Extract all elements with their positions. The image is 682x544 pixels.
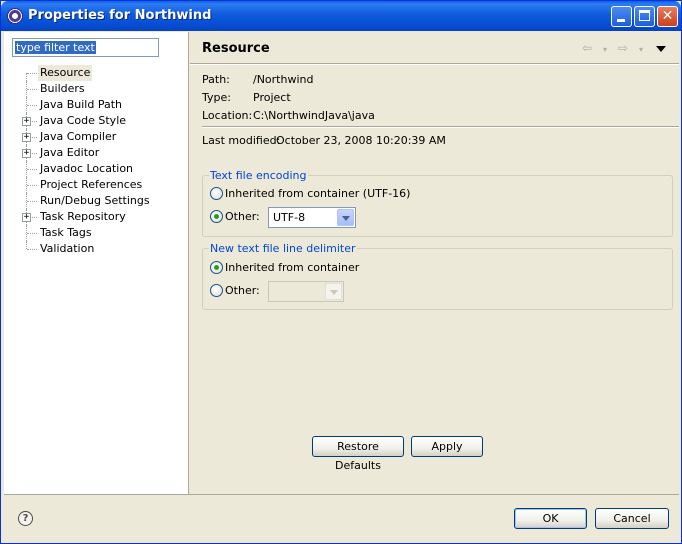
chevron-down-icon bbox=[325, 283, 342, 300]
tree-branch-line bbox=[27, 233, 37, 234]
close-icon: ✕ bbox=[661, 8, 674, 24]
encoding-select-value: UTF-8 bbox=[273, 211, 306, 224]
tree-item[interactable]: Javadoc Location bbox=[18, 161, 188, 177]
forward-arrow-icon[interactable]: ⇨ bbox=[618, 41, 628, 55]
tree-branch-line bbox=[27, 73, 37, 74]
title-bar[interactable]: Properties for Northwind ✕ bbox=[1, 1, 681, 31]
line-delimiter-group: New text file line delimiter Inherited f… bbox=[202, 242, 673, 310]
tree-branch-line bbox=[27, 249, 37, 250]
expand-plus-icon[interactable]: + bbox=[22, 213, 31, 222]
bottom-separator bbox=[4, 494, 679, 495]
tree-branch-line bbox=[27, 169, 37, 170]
delimiter-inherited-label[interactable]: Inherited from container bbox=[225, 261, 359, 274]
encoding-select[interactable]: UTF-8 bbox=[268, 207, 356, 228]
text-file-encoding-legend: Text file encoding bbox=[209, 169, 308, 182]
tree-item[interactable]: Run/Debug Settings bbox=[18, 193, 188, 209]
tree-item-label[interactable]: Java Code Style bbox=[38, 113, 128, 129]
tree-item[interactable]: + Java Editor bbox=[18, 145, 188, 161]
cancel-button[interactable]: Cancel bbox=[595, 508, 669, 529]
path-value: /Northwind bbox=[253, 73, 314, 86]
tree-guide-line bbox=[26, 241, 27, 249]
tree-branch-line bbox=[27, 105, 37, 106]
encoding-other-radio[interactable] bbox=[210, 210, 223, 223]
tree-item[interactable]: Builders bbox=[18, 81, 188, 97]
path-label: Path: bbox=[202, 73, 230, 86]
last-modified-label: Last modified: bbox=[202, 134, 281, 147]
delimiter-other-radio[interactable] bbox=[210, 284, 223, 297]
help-icon[interactable]: ? bbox=[18, 511, 33, 526]
page-title: Resource bbox=[202, 41, 270, 56]
tree-branch-line bbox=[27, 89, 37, 90]
tree-item[interactable]: Validation bbox=[18, 241, 188, 257]
back-arrow-icon[interactable]: ⇦ bbox=[582, 41, 592, 55]
category-tree: Resource Builders Java Build Path + Java Cod… bbox=[18, 65, 188, 257]
encoding-inherited-label[interactable]: Inherited from container (UTF-16) bbox=[225, 187, 410, 200]
back-history-dropdown-icon[interactable]: ▾ bbox=[603, 45, 607, 54]
tree-item-label[interactable]: Task Tags bbox=[38, 225, 94, 241]
encoding-other-label[interactable]: Other: bbox=[225, 210, 260, 223]
apply-button[interactable]: Apply bbox=[411, 436, 483, 457]
tree-item[interactable]: Project References bbox=[18, 177, 188, 193]
close-button[interactable]: ✕ bbox=[657, 6, 678, 27]
tree-guide-line bbox=[26, 73, 27, 81]
tree-item[interactable]: Resource bbox=[18, 65, 188, 81]
tree-item-label[interactable]: Java Compiler bbox=[38, 129, 118, 145]
properties-dialog: Properties for Northwind ✕ type filter t… bbox=[0, 0, 682, 544]
eclipse-icon bbox=[7, 8, 23, 24]
expand-plus-icon[interactable]: + bbox=[22, 149, 31, 158]
expand-plus-icon[interactable]: + bbox=[22, 133, 31, 142]
tree-branch-line bbox=[27, 201, 37, 202]
info-separator bbox=[202, 126, 679, 128]
forward-history-dropdown-icon[interactable]: ▾ bbox=[639, 45, 643, 54]
tree-item-label[interactable]: Java Build Path bbox=[38, 97, 124, 113]
tree-item[interactable]: + Java Code Style bbox=[18, 113, 188, 129]
tree-item-label[interactable]: Run/Debug Settings bbox=[38, 193, 152, 209]
tree-item[interactable]: + Java Compiler bbox=[18, 129, 188, 145]
location-value: C:\NorthwindJava\java bbox=[253, 109, 375, 122]
delimiter-inherited-radio[interactable] bbox=[210, 261, 223, 274]
minimize-icon bbox=[617, 19, 625, 22]
location-label: Location: bbox=[202, 109, 253, 122]
line-delimiter-legend: New text file line delimiter bbox=[209, 242, 357, 255]
type-label: Type: bbox=[202, 91, 231, 104]
chevron-down-icon[interactable] bbox=[337, 209, 354, 226]
tree-item[interactable]: + Task Repository bbox=[18, 209, 188, 225]
tree-item-label[interactable]: Validation bbox=[38, 241, 96, 257]
type-value: Project bbox=[253, 91, 291, 104]
tree-item-label[interactable]: Javadoc Location bbox=[38, 161, 135, 177]
maximize-icon bbox=[639, 10, 650, 21]
text-file-encoding-group: Text file encoding Inherited from contai… bbox=[202, 169, 673, 237]
resource-page: Resource ⇦ ▾ ⇨ ▾ Path: /Northwind Type: … bbox=[190, 32, 679, 494]
tree-item-label[interactable]: Builders bbox=[38, 81, 87, 97]
category-pane: type filter text ResourceBuildersJava Bu… bbox=[4, 32, 189, 494]
tree-item-label[interactable]: Task Repository bbox=[38, 209, 128, 225]
tree-item-label[interactable]: Java Editor bbox=[38, 145, 101, 161]
delimiter-select[interactable] bbox=[268, 281, 344, 302]
window-title: Properties for Northwind bbox=[28, 8, 212, 23]
view-menu-icon[interactable] bbox=[656, 46, 666, 52]
delimiter-other-label[interactable]: Other: bbox=[225, 284, 260, 297]
ok-button[interactable]: OK bbox=[514, 508, 587, 529]
header-separator bbox=[190, 63, 679, 65]
filter-input[interactable] bbox=[12, 38, 159, 57]
tree-branch-line bbox=[27, 185, 37, 186]
encoding-inherited-radio[interactable] bbox=[210, 187, 223, 200]
tree-item[interactable]: Java Build Path bbox=[18, 97, 188, 113]
tree-item[interactable]: Task Tags bbox=[18, 225, 188, 241]
expand-plus-icon[interactable]: + bbox=[22, 117, 31, 126]
tree-item-label[interactable]: Resource bbox=[38, 65, 93, 81]
minimize-button[interactable] bbox=[611, 6, 632, 27]
last-modified-value: October 23, 2008 10:20:39 AM bbox=[276, 134, 446, 147]
maximize-button[interactable] bbox=[634, 6, 655, 27]
restore-defaults-button[interactable]: Restore Defaults bbox=[312, 436, 404, 472]
tree-item-label[interactable]: Project References bbox=[38, 177, 144, 193]
